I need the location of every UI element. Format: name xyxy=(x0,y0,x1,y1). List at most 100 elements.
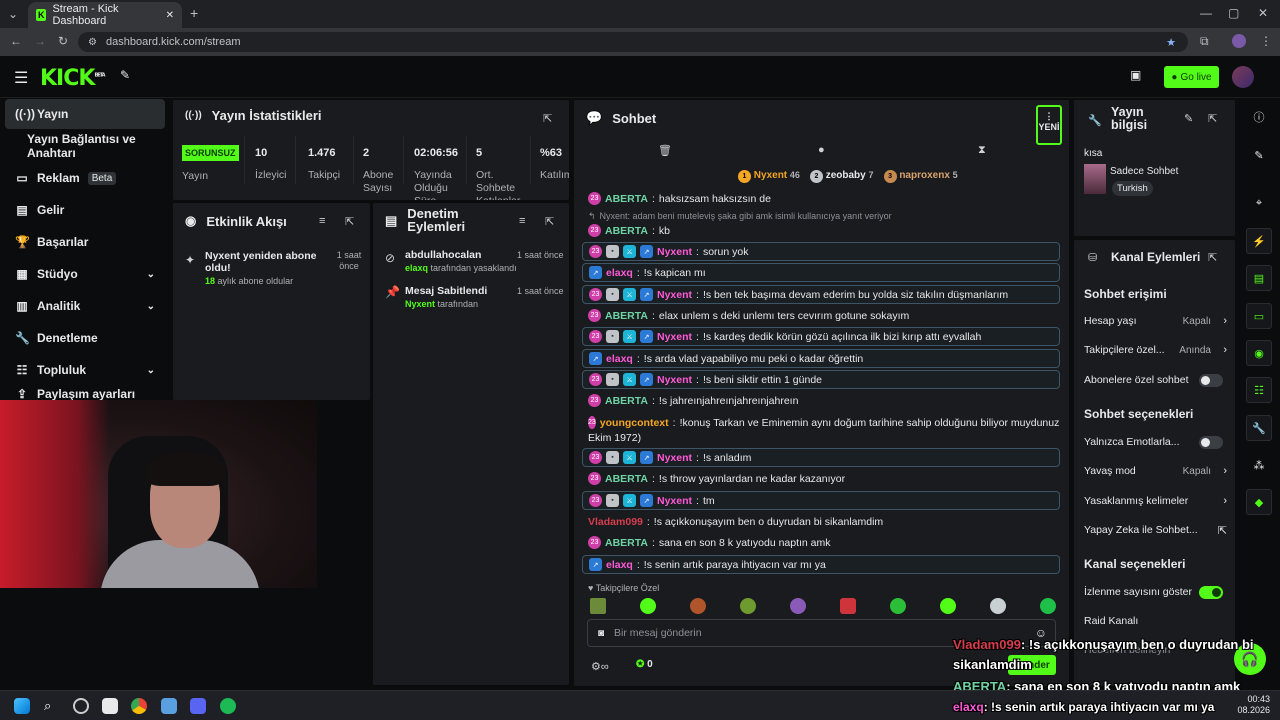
slow-mode-setting[interactable]: Yavaş mod Kapalı › xyxy=(1084,465,1229,477)
broadcast-widget-icon[interactable]: ◉ xyxy=(1246,340,1272,366)
nav-community[interactable]: ☷ Topluluk ⌄ xyxy=(5,355,165,385)
banned-words-setting[interactable]: Yasaklanmış kelimeler › xyxy=(1084,495,1229,507)
chat-message[interactable]: 23 ▪ ⚔ ↗ Nyxent: !s beni siktir ettin 1 günde xyxy=(582,370,1060,389)
wrench-widget-icon[interactable]: 🔧 xyxy=(1246,415,1272,441)
windows-start-icon[interactable] xyxy=(14,698,30,714)
raid-setting[interactable]: Raid Kanalı xyxy=(1084,615,1229,627)
chat-message[interactable]: 23 ▪ ⚔ ↗ Nyxent: !s anladım xyxy=(582,448,1060,467)
close-tab-icon[interactable]: ✕ xyxy=(166,10,174,21)
show-views-toggle[interactable] xyxy=(1199,585,1223,599)
emote-icon[interactable] xyxy=(740,598,756,614)
popout-icon[interactable]: ⇱ xyxy=(345,215,354,228)
tools-icon[interactable]: ✎ xyxy=(120,68,130,82)
category-name[interactable]: Sadece Sohbet xyxy=(1110,166,1178,177)
lightning-icon[interactable]: ⚡ xyxy=(1246,228,1272,254)
chat-message[interactable]: 23 ABERTA: sana en son 8 k yatıyodu naptın… xyxy=(582,533,1060,552)
points-balance[interactable]: ✪ 0 xyxy=(636,659,653,670)
hamburger-menu-icon[interactable]: ☰ xyxy=(14,68,28,88)
nav-stream[interactable]: ((·)) Yayın xyxy=(5,99,165,129)
nav-moderation[interactable]: 🔧 Denetleme xyxy=(5,323,165,353)
stream-preview-icon[interactable]: ▣ xyxy=(1130,68,1141,82)
kick-logo[interactable]: KICKBETA xyxy=(40,66,106,91)
trash-icon[interactable]: 🗑 xyxy=(658,144,672,157)
popout-icon[interactable]: ⇱ xyxy=(1208,251,1217,264)
emote-icon[interactable] xyxy=(690,598,706,614)
emotes-only-setting[interactable]: Yalnızca Emotlarla... xyxy=(1084,435,1229,449)
ai-chat-setting[interactable]: Yapay Zeka ile Sohbet... ⇱ xyxy=(1084,524,1229,537)
capcut-icon[interactable] xyxy=(102,698,118,714)
chat-message[interactable]: ↗ elaxq: !s senin artık paraya ihtiyacın v… xyxy=(582,555,1060,574)
layout-icon[interactable]: ☷ xyxy=(1246,377,1272,403)
top-chatter[interactable]: 2 zeobaby 7 xyxy=(809,170,874,183)
chat-message[interactable]: 23 ▪ ⚔ ↗ Nyxent: tm xyxy=(582,491,1060,510)
chat-bubble-icon[interactable]: ● xyxy=(818,144,825,156)
reload-icon[interactable]: ↻ xyxy=(58,34,68,48)
forward-icon[interactable]: → xyxy=(34,34,46,48)
search-icon[interactable]: ⌕ xyxy=(44,698,60,714)
popout-icon[interactable]: ⇱ xyxy=(1208,112,1217,125)
discord-icon[interactable] xyxy=(190,698,206,714)
minimize-icon[interactable]: — xyxy=(1200,6,1212,20)
nav-analytics[interactable]: ▥ Analitik ⌄ xyxy=(5,291,165,321)
emote-icon[interactable] xyxy=(1040,598,1056,614)
browser-tab[interactable]: K Stream - Kick Dashboard ✕ xyxy=(28,2,182,28)
chat-message[interactable]: 23 ABERTA: !s throw yayınlardan ne kadar k… xyxy=(582,469,1060,488)
back-icon[interactable]: ← xyxy=(10,34,22,48)
emote-icon[interactable] xyxy=(590,598,606,614)
emote-icon[interactable] xyxy=(790,598,806,614)
bookmark-star-icon[interactable]: ★ xyxy=(1166,36,1176,49)
subs-only-setting[interactable]: Abonelere özel sohbet xyxy=(1084,373,1229,387)
chat-message[interactable]: ↗ elaxq: !s arda vlad yapabiliyo mu peki o… xyxy=(582,349,1060,368)
account-age-setting[interactable]: Hesap yaşı Kapalı › xyxy=(1084,315,1229,327)
nodes-icon[interactable]: ⁂ xyxy=(1246,452,1272,478)
nav-revenue[interactable]: ▤ Gelir xyxy=(5,195,165,225)
chat-message[interactable]: 23 ABERTA: !s jahreınjahreınjahreınjahreın xyxy=(582,391,1060,410)
emote-icon[interactable] xyxy=(840,598,856,614)
chat-message[interactable]: Vladam099: !s açıkkonuşayım ben o duyruda… xyxy=(582,512,1060,531)
extensions-icon[interactable]: ⧉ xyxy=(1200,34,1209,49)
nav-studio[interactable]: ▦ Stüdyo ⌄ xyxy=(5,259,165,289)
chat-message[interactable]: 23 ABERTA: kb xyxy=(582,221,1060,240)
show-views-setting[interactable]: İzlenme sayısını göster xyxy=(1084,585,1229,599)
steam-icon[interactable] xyxy=(161,698,177,714)
filter-icon[interactable]: ≡ xyxy=(519,215,525,227)
chat-message[interactable]: 23 ABERTA: elax unlem s deki unlemı ters c… xyxy=(582,306,1060,325)
pencil-icon[interactable]: ✎ xyxy=(1246,142,1272,168)
go-live-button[interactable]: ● Go live xyxy=(1164,66,1219,88)
nav-achievements[interactable]: 🏆 Başarılar xyxy=(5,227,165,257)
profile-avatar[interactable] xyxy=(1232,34,1246,48)
chat-message[interactable]: 23 ▪ ⚔ ↗ Nyxent: !s ben tek başıma devam eder… xyxy=(582,285,1060,304)
url-field[interactable]: ⚙ dashboard.kick.com/stream ★ xyxy=(78,32,1188,52)
top-chatter[interactable]: 3 naproxenx 5 xyxy=(883,170,958,183)
chat-message[interactable]: 23 ▪ ⚔ ↗ Nyxent: !s kardeş dedik körün gözü a… xyxy=(582,327,1060,346)
chat-message[interactable]: 23 ABERTA: haksızsam haksızsın de xyxy=(582,189,1060,208)
obs-icon[interactable] xyxy=(73,698,89,714)
spotify-icon[interactable] xyxy=(220,698,236,714)
site-info-icon[interactable]: ⚙ xyxy=(88,37,97,48)
followers-only-setting[interactable]: Takipçilere özel... Anında › xyxy=(1084,344,1229,356)
nav-sharing[interactable]: ⇪ Paylaşım ayarları xyxy=(5,387,165,401)
nav-ads[interactable]: ▭ Reklam Beta xyxy=(5,163,165,193)
maximize-icon[interactable]: ▢ xyxy=(1228,6,1239,20)
emotes-only-toggle[interactable] xyxy=(1199,435,1223,449)
settings-icon[interactable]: ⚙∞ xyxy=(591,660,609,673)
user-avatar[interactable] xyxy=(1232,66,1254,88)
hourglass-icon[interactable]: ⧗ xyxy=(978,144,986,157)
chat-message[interactable]: ↗ elaxq: !s kapican mı xyxy=(582,263,1060,282)
edit-icon[interactable]: ✎ xyxy=(1184,112,1193,125)
chat-widget-icon[interactable]: ▭ xyxy=(1246,303,1272,329)
chrome-icon[interactable] xyxy=(131,698,147,714)
emote-icon[interactable] xyxy=(890,598,906,614)
close-window-icon[interactable]: ✕ xyxy=(1258,6,1268,20)
focus-icon[interactable]: ⌖ xyxy=(1246,190,1272,216)
nav-stream-key[interactable]: Yayın Bağlantısı ve Anahtarı xyxy=(5,131,165,161)
top-chatter[interactable]: 1 Nyxent 46 xyxy=(738,170,800,183)
clock[interactable]: 00:43 08.2026 xyxy=(1236,694,1270,716)
subs-only-toggle[interactable] xyxy=(1199,373,1223,387)
emote-icon[interactable] xyxy=(990,598,1006,614)
language-tag[interactable]: Turkish xyxy=(1112,181,1153,196)
browser-menu-icon[interactable]: ⋮ xyxy=(1260,34,1272,48)
clipboard-icon[interactable]: ▤ xyxy=(1246,265,1272,291)
chat-menu-button[interactable]: ⋮ YENİ xyxy=(1036,105,1062,145)
info-icon[interactable]: ⓘ xyxy=(1246,104,1272,130)
